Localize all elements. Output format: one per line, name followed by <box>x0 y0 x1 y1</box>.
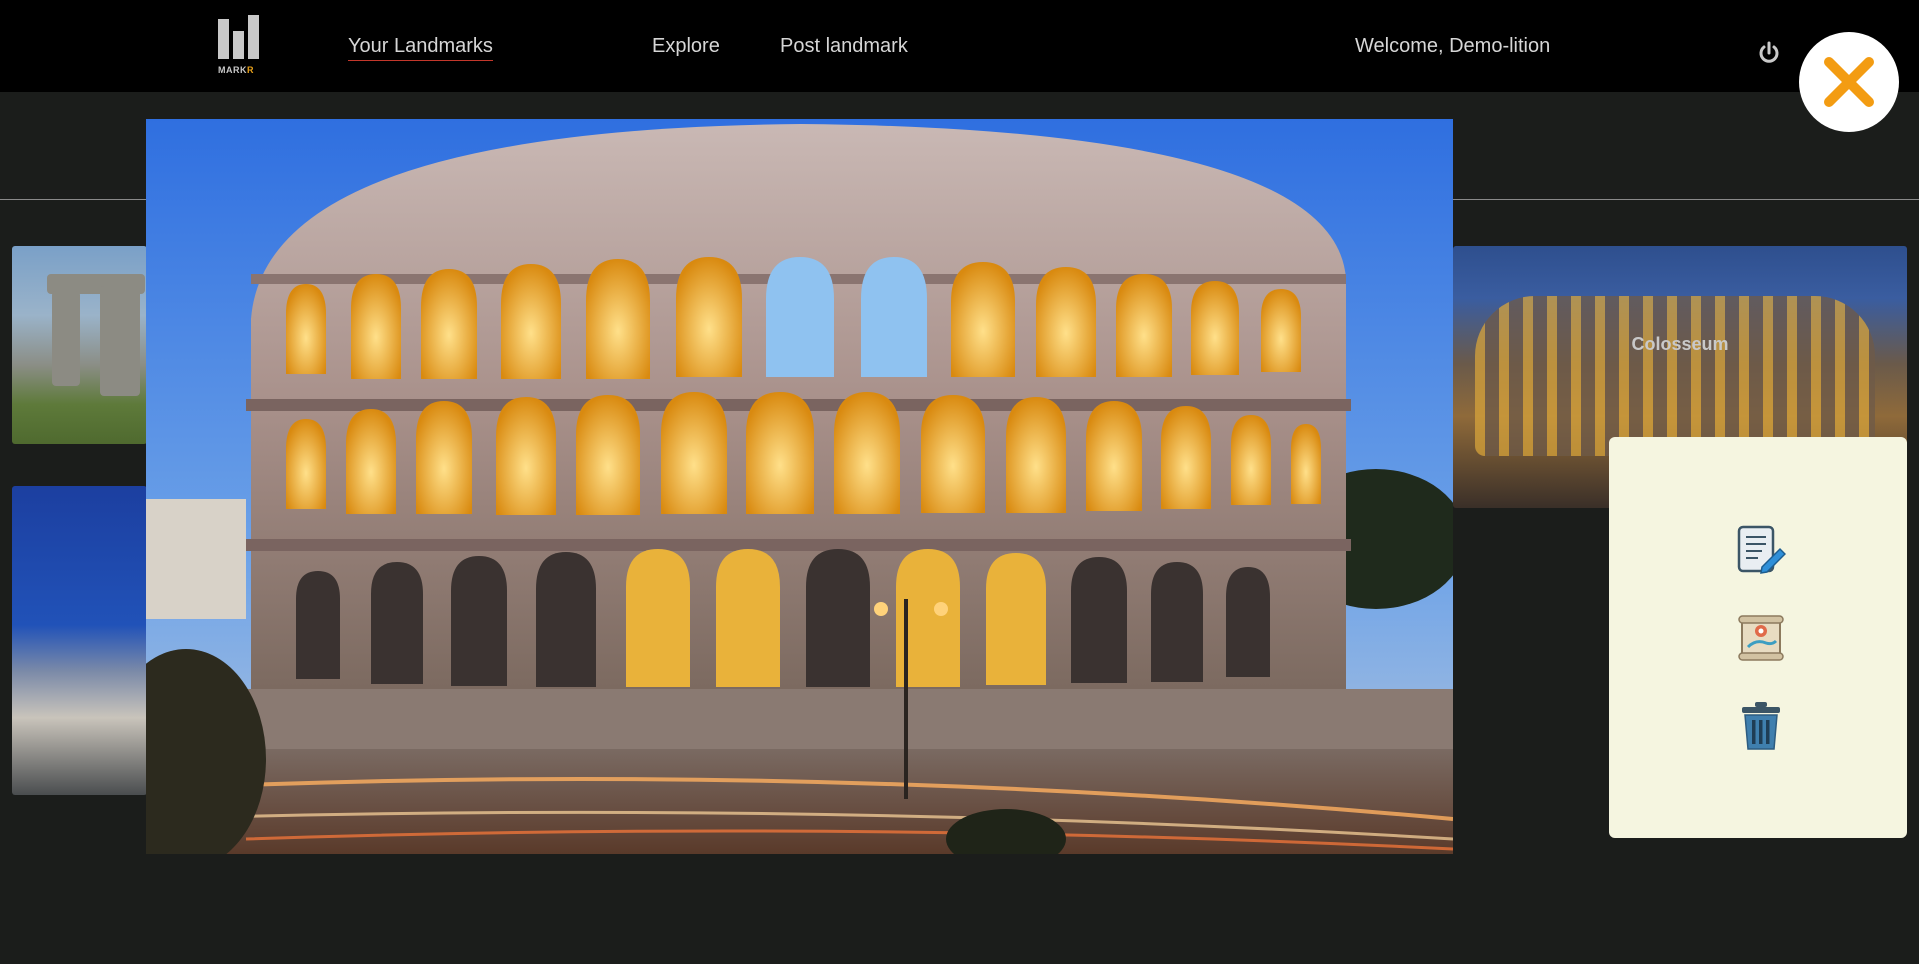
view-on-map-button[interactable] <box>1736 613 1786 663</box>
welcome-text: Welcome, Demo-lition <box>1355 35 1551 57</box>
markr-logo[interactable]: MARKR <box>216 15 262 75</box>
landmark-card-paris[interactable] <box>12 486 147 795</box>
top-nav-bar: MARKR Your Landmarks Explore Post landma… <box>0 0 1919 92</box>
landmark-card-stonehenge[interactable] <box>12 246 147 444</box>
close-modal-button[interactable] <box>1799 32 1899 132</box>
landmark-card-title: Colosseum <box>1631 334 1729 354</box>
power-icon[interactable] <box>1756 40 1782 66</box>
close-icon <box>1824 57 1874 107</box>
edit-landmark-button[interactable] <box>1736 525 1786 575</box>
logo-wordmark: MARKR <box>218 65 254 75</box>
logo-bars-icon <box>216 15 262 59</box>
map-scroll-icon <box>1738 615 1784 661</box>
landmark-photo-colosseum <box>146 119 1453 854</box>
landmark-actions-panel <box>1609 437 1907 838</box>
trash-icon <box>1742 702 1780 750</box>
nav-your-landmarks[interactable]: Your Landmarks <box>348 35 493 61</box>
nav-explore[interactable]: Explore <box>652 35 720 58</box>
nav-post-landmark[interactable]: Post landmark <box>780 35 908 58</box>
delete-landmark-button[interactable] <box>1736 701 1786 751</box>
logo-text-main: MARK <box>218 65 247 75</box>
edit-document-icon <box>1737 525 1786 574</box>
logo-text-accent: R <box>247 65 254 75</box>
